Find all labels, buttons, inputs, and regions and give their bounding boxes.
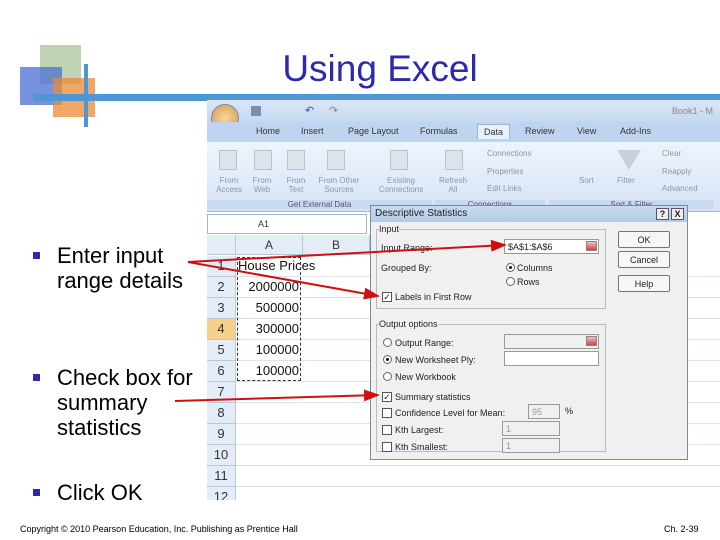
slide-number: Ch. 2-39 <box>664 524 699 534</box>
annotation-arrows <box>174 239 507 402</box>
arrow-to-input-range <box>187 239 507 263</box>
copyright-footer: Copyright © 2010 Pearson Education, Inc.… <box>20 524 298 534</box>
arrow-to-labels-checkbox <box>187 261 380 300</box>
arrow-to-summary-checkbox <box>174 389 380 402</box>
